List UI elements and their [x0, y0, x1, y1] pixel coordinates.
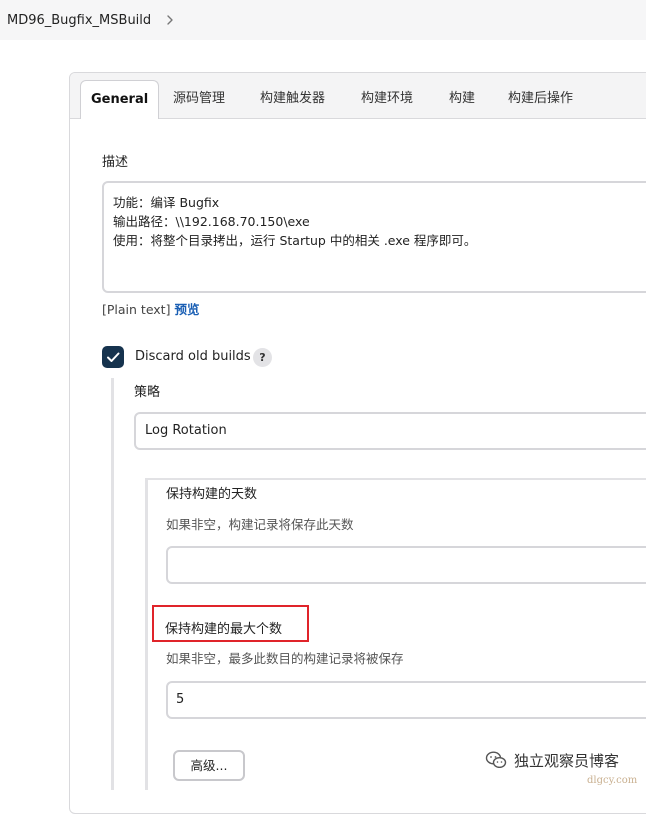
- max-builds-input[interactable]: 5: [166, 681, 646, 719]
- tab-build-environment[interactable]: 构建环境: [361, 84, 413, 114]
- subsection-top-border: [147, 478, 646, 480]
- watermark: 独立观察员博客: [484, 748, 619, 772]
- preview-link[interactable]: 预览: [174, 302, 199, 317]
- description-line: 使用：将整个目录拷出，运行 Startup 中的相关 .exe 程序即可。: [113, 233, 477, 248]
- days-to-keep-input[interactable]: [166, 546, 646, 584]
- watermark-text: 独立观察员博客: [514, 751, 620, 770]
- breadcrumb: MD96_Bugfix_MSBuild: [0, 0, 646, 40]
- wechat-icon: [484, 748, 508, 772]
- max-builds-label: 保持构建的最大个数: [165, 622, 283, 637]
- description-line: 功能：编译 Bugfix: [113, 195, 220, 210]
- description-format-row: [Plain text] 预览: [102, 299, 199, 318]
- tab-bar: General 源码管理 构建触发器 构建环境 构建 构建后操作: [70, 73, 646, 119]
- max-builds-hint: 如果非空，最多此数目的构建记录将被保存: [166, 651, 404, 666]
- description-textarea[interactable]: 功能：编译 Bugfix 输出路径：\\192.168.70.150\exe 使…: [102, 181, 646, 293]
- tab-general[interactable]: General: [80, 80, 160, 119]
- advanced-button[interactable]: 高级...: [173, 750, 245, 781]
- chevron-right-icon[interactable]: [163, 13, 177, 27]
- tab-post-build-actions[interactable]: 构建后操作: [508, 84, 573, 114]
- discard-old-builds-checkbox[interactable]: [102, 346, 124, 368]
- description-label: 描述: [102, 155, 129, 170]
- days-to-keep-label: 保持构建的天数: [166, 487, 258, 502]
- watermark-url: dlgcy.com: [587, 775, 638, 786]
- subsection-indent-line: [145, 478, 148, 790]
- section-indent-line: [111, 378, 114, 790]
- strategy-select[interactable]: Log Rotation: [134, 412, 646, 450]
- plain-text-label: [Plain text]: [102, 302, 171, 317]
- strategy-label: 策略: [134, 385, 161, 400]
- days-to-keep-hint: 如果非空，构建记录将保存此天数: [166, 517, 354, 532]
- tab-build-triggers[interactable]: 构建触发器: [260, 84, 325, 114]
- checkmark-icon: [107, 352, 120, 362]
- help-icon[interactable]: ?: [253, 348, 272, 367]
- breadcrumb-project[interactable]: MD96_Bugfix_MSBuild: [7, 13, 151, 28]
- description-line: 输出路径：\\192.168.70.150\exe: [113, 214, 310, 229]
- tab-build[interactable]: 构建: [449, 84, 475, 114]
- tab-source-code-management[interactable]: 源码管理: [173, 84, 225, 114]
- discard-old-builds-label[interactable]: Discard old builds: [135, 349, 251, 364]
